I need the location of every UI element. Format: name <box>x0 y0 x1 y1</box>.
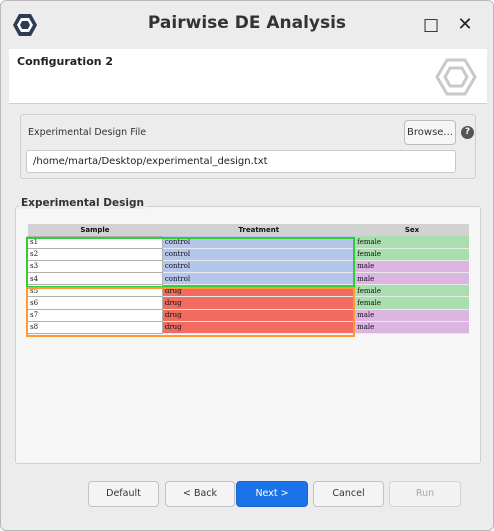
sample-cell[interactable]: s8 <box>27 320 163 335</box>
next-button[interactable]: Next > <box>236 481 308 507</box>
sex-cell[interactable]: male <box>355 260 469 274</box>
design-table-body: s1 control female s2 control female s3 control m… <box>27 235 469 335</box>
page-title: Configuration 2 <box>17 55 114 68</box>
sex-cell[interactable]: female <box>355 236 469 249</box>
sex-cell[interactable]: male <box>355 309 469 322</box>
browse-button[interactable]: Browse... <box>404 120 456 145</box>
sex-cell[interactable]: female <box>355 296 469 310</box>
sample-cell[interactable]: s2 <box>27 247 163 261</box>
sample-cell[interactable]: s5 <box>27 284 163 298</box>
treatment-cell[interactable]: control <box>162 236 356 249</box>
maximize-button[interactable]: □ <box>419 13 443 37</box>
design-table: Sample Treatment Sex s1 control female s2 co… <box>27 224 469 335</box>
sex-cell[interactable]: male <box>355 272 469 286</box>
sample-cell[interactable]: s1 <box>27 235 163 249</box>
design-file-label: Experimental Design File <box>28 127 147 138</box>
table-row[interactable]: s6 drug female <box>27 296 469 310</box>
title-bar[interactable]: Pairwise DE Analysis □ ✕ <box>1 1 493 49</box>
sex-cell[interactable]: male <box>355 321 469 335</box>
close-button[interactable]: ✕ <box>453 13 477 37</box>
default-button[interactable]: Default <box>88 481 159 507</box>
column-header-sex[interactable]: Sex <box>355 224 469 236</box>
table-row[interactable]: s1 control female <box>27 235 469 249</box>
table-header-row: Sample Treatment Sex <box>27 224 469 236</box>
column-header-sample[interactable]: Sample <box>27 224 163 236</box>
table-row[interactable]: s4 control male <box>27 272 469 286</box>
table-row[interactable]: s2 control female <box>27 247 469 261</box>
sample-cell[interactable]: s6 <box>27 296 163 310</box>
sample-cell[interactable]: s7 <box>27 308 163 322</box>
experimental-design-title: Experimental Design <box>19 197 146 209</box>
table-row[interactable]: s7 drug male <box>27 308 469 322</box>
wizard-header: Configuration 2 <box>9 49 487 104</box>
sex-cell[interactable]: female <box>355 284 469 298</box>
treatment-cell[interactable]: drug <box>162 284 356 298</box>
design-file-group: Experimental Design File Browse... ? /ho… <box>20 114 476 179</box>
treatment-cell[interactable]: drug <box>162 309 356 322</box>
dialog-window: Pairwise DE Analysis □ ✕ Configuration 2… <box>0 0 494 531</box>
run-button: Run <box>389 481 461 507</box>
table-row[interactable]: s5 drug female <box>27 284 469 298</box>
treatment-cell[interactable]: control <box>162 272 356 286</box>
help-icon[interactable]: ? <box>461 126 474 139</box>
back-button[interactable]: < Back <box>165 481 235 507</box>
treatment-cell[interactable]: control <box>162 248 356 261</box>
sex-cell[interactable]: female <box>355 248 469 261</box>
treatment-cell[interactable]: drug <box>162 321 356 335</box>
table-row[interactable]: s8 drug male <box>27 320 469 335</box>
column-header-treatment[interactable]: Treatment <box>162 224 356 236</box>
treatment-cell[interactable]: drug <box>162 296 356 310</box>
cancel-button[interactable]: Cancel <box>313 481 384 507</box>
table-row[interactable]: s3 control male <box>27 259 469 274</box>
treatment-cell[interactable]: control <box>162 260 356 274</box>
hexagon-logo-icon <box>435 58 477 96</box>
design-file-path-input[interactable]: /home/marta/Desktop/experimental_design.… <box>26 150 456 173</box>
sample-cell[interactable]: s4 <box>27 272 163 286</box>
sample-cell[interactable]: s3 <box>27 259 163 274</box>
